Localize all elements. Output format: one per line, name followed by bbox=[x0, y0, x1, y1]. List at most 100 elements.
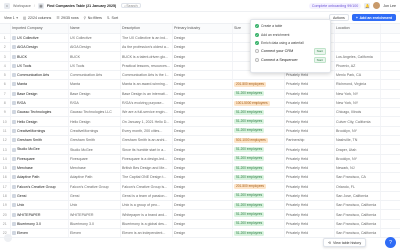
table-row[interactable]: 3 BUCK BUCK BUCK is a talent-driven glo... D… bbox=[0, 51, 400, 62]
description-cell[interactable]: British Bes Design and Me... bbox=[120, 163, 173, 174]
company-cell[interactable]: Adaptive Path bbox=[10, 172, 69, 183]
size-cell[interactable]: 51-200 employees bbox=[232, 191, 285, 202]
location-cell[interactable]: Culver City, California bbox=[334, 116, 381, 127]
description-cell[interactable]: The Capital ONE Design t... bbox=[120, 172, 173, 183]
row-number[interactable]: 20 bbox=[0, 209, 11, 220]
row-number[interactable]: 17 bbox=[0, 182, 11, 192]
location-cell[interactable]: Draper, Utah bbox=[334, 144, 381, 155]
company-cell[interactable]: UX Collective bbox=[10, 33, 69, 44]
empty-cell[interactable] bbox=[380, 70, 400, 81]
name-cell[interactable]: UX Collective bbox=[68, 33, 121, 44]
company-cell[interactable]: Unix bbox=[10, 200, 69, 211]
empty-cell[interactable] bbox=[380, 116, 400, 127]
type-cell[interactable]: Privately Held bbox=[284, 154, 335, 164]
industry-cell[interactable]: Design bbox=[172, 70, 233, 81]
location-cell[interactable] bbox=[334, 33, 381, 44]
size-cell[interactable]: 51-200 employees bbox=[232, 219, 285, 230]
industry-cell[interactable]: Design bbox=[172, 98, 233, 109]
location-cell[interactable]: San Francisco, California bbox=[334, 228, 381, 239]
row-number[interactable]: 8 bbox=[0, 98, 11, 109]
size-cell[interactable]: 1001-5000 employees bbox=[232, 98, 285, 109]
filter-button[interactable]: ⚲ No filters bbox=[84, 16, 102, 20]
bell-icon[interactable]: 🔔 bbox=[364, 2, 371, 9]
empty-cell[interactable] bbox=[380, 51, 400, 62]
size-cell[interactable]: 51-200 employees bbox=[232, 228, 285, 239]
industry-cell[interactable]: Design bbox=[172, 163, 233, 174]
company-cell[interactable]: Base Design bbox=[10, 89, 69, 99]
empty-cell[interactable] bbox=[380, 182, 400, 192]
name-cell[interactable]: BUCK bbox=[68, 51, 121, 62]
company-cell[interactable]: BUCK bbox=[10, 51, 69, 62]
type-cell[interactable]: Partnership bbox=[284, 135, 335, 146]
name-cell[interactable]: R/GA bbox=[68, 98, 121, 109]
name-cell[interactable]: Adaptive Path bbox=[68, 172, 121, 183]
table-row[interactable]: 6 Manta Manta Manta is an award-winning... D… bbox=[0, 79, 400, 90]
company-cell[interactable]: UX Tools bbox=[10, 61, 69, 72]
location-cell[interactable]: Brooklyn, NY bbox=[334, 154, 381, 164]
industry-cell[interactable]: Design bbox=[172, 42, 233, 53]
company-cell[interactable]: WHITEPAPER bbox=[10, 209, 69, 220]
location-cell[interactable]: Newark, NJ bbox=[334, 163, 381, 174]
name-cell[interactable]: Eleven bbox=[68, 228, 121, 239]
table-row[interactable]: 20 WHITEPAPER WHITEPAPER Whitepaper is a br… bbox=[0, 209, 400, 220]
page-title[interactable]: Find Companies Table (21 January 2025) bbox=[47, 4, 116, 8]
size-cell[interactable]: 51-200 employees bbox=[232, 126, 285, 137]
company-cell[interactable]: Bluerimony 3.0 bbox=[10, 219, 69, 230]
industry-cell[interactable]: Design bbox=[172, 126, 233, 137]
name-cell[interactable]: Studio McGee bbox=[68, 144, 121, 155]
row-number[interactable]: 13 bbox=[0, 144, 11, 155]
view-table-history-button[interactable]: ⟲ View table history bbox=[323, 238, 367, 247]
type-cell[interactable]: Privately Held bbox=[284, 79, 335, 90]
rows-button[interactable]: ☰ 29/35 rows bbox=[56, 16, 78, 20]
company-cell[interactable]: Merchase bbox=[10, 163, 69, 174]
location-cell[interactable]: Phoenix, AZ bbox=[334, 61, 381, 72]
start-button[interactable]: Start bbox=[313, 48, 326, 55]
location-cell[interactable]: New York, NY bbox=[334, 89, 381, 99]
location-cell[interactable]: New York, NY bbox=[334, 98, 381, 109]
location-cell[interactable]: Brooklyn, NY bbox=[334, 126, 381, 137]
table-row[interactable]: 2 AIGA Design AIGA Design As the profession… bbox=[0, 42, 400, 53]
table-row[interactable]: 21 Bluerimony 3.0 Bluerimony 3.0 Bluerimony… bbox=[0, 219, 400, 230]
row-number[interactable]: 11 bbox=[0, 126, 11, 137]
type-cell[interactable]: Privately Held bbox=[284, 209, 335, 220]
industry-cell[interactable]: Design bbox=[172, 172, 233, 183]
avatar[interactable] bbox=[373, 2, 381, 9]
company-cell[interactable]: Eleven bbox=[10, 228, 69, 239]
size-cell[interactable]: 51-200 employees bbox=[232, 89, 285, 99]
location-cell[interactable]: Orlando, FL bbox=[334, 182, 381, 192]
size-cell[interactable]: 201-500 employees bbox=[232, 79, 285, 90]
location-cell[interactable]: Menlo Park, CA bbox=[334, 70, 381, 81]
description-cell[interactable]: The UX Collective is an ind... bbox=[120, 33, 173, 44]
type-cell[interactable]: Privately Held bbox=[284, 116, 335, 127]
empty-cell[interactable] bbox=[380, 191, 400, 202]
table-row[interactable]: 16 Adaptive Path Adaptive Path The Capital … bbox=[0, 172, 400, 183]
breadcrumb-workspace[interactable]: Workspace bbox=[13, 4, 31, 8]
location-cell[interactable]: San Jose, California bbox=[334, 191, 381, 202]
company-cell[interactable]: Gensi bbox=[10, 191, 69, 202]
checklist-item[interactable]: ✓ Create a table bbox=[255, 22, 326, 30]
empty-cell[interactable] bbox=[380, 126, 400, 137]
size-cell[interactable]: 51-200 employees bbox=[232, 107, 285, 118]
empty-cell[interactable] bbox=[380, 219, 400, 230]
description-cell[interactable]: Eleven is an independent... bbox=[120, 228, 173, 239]
home-icon[interactable]: ⌂ bbox=[4, 2, 10, 9]
industry-cell[interactable]: Design bbox=[172, 228, 233, 239]
type-cell[interactable]: Privately Held bbox=[284, 144, 335, 155]
name-cell[interactable]: Gausso Technologies LLC bbox=[68, 107, 121, 118]
location-cell[interactable]: San Francisco, California bbox=[334, 219, 381, 230]
help-icon[interactable]: ? bbox=[385, 237, 396, 248]
industry-cell[interactable]: Design bbox=[172, 51, 233, 62]
name-cell[interactable]: Manta bbox=[68, 79, 121, 90]
type-cell[interactable]: Privately Held bbox=[284, 98, 335, 109]
size-cell[interactable]: 201-500 employees bbox=[232, 182, 285, 192]
table-row[interactable]: 11 CreativeMornings CreativeMornings Every … bbox=[0, 126, 400, 137]
description-cell[interactable]: Gensi is a team of passion... bbox=[120, 191, 173, 202]
type-cell[interactable]: Privately Held bbox=[284, 182, 335, 192]
industry-cell[interactable]: Design bbox=[172, 107, 233, 118]
type-cell[interactable]: Privately Held bbox=[284, 126, 335, 137]
industry-cell[interactable]: Design bbox=[172, 144, 233, 155]
empty-cell[interactable] bbox=[380, 135, 400, 146]
industry-cell[interactable]: Design bbox=[172, 219, 233, 230]
actions-button[interactable]: Actions bbox=[329, 14, 349, 21]
industry-cell[interactable]: Design bbox=[172, 135, 233, 146]
